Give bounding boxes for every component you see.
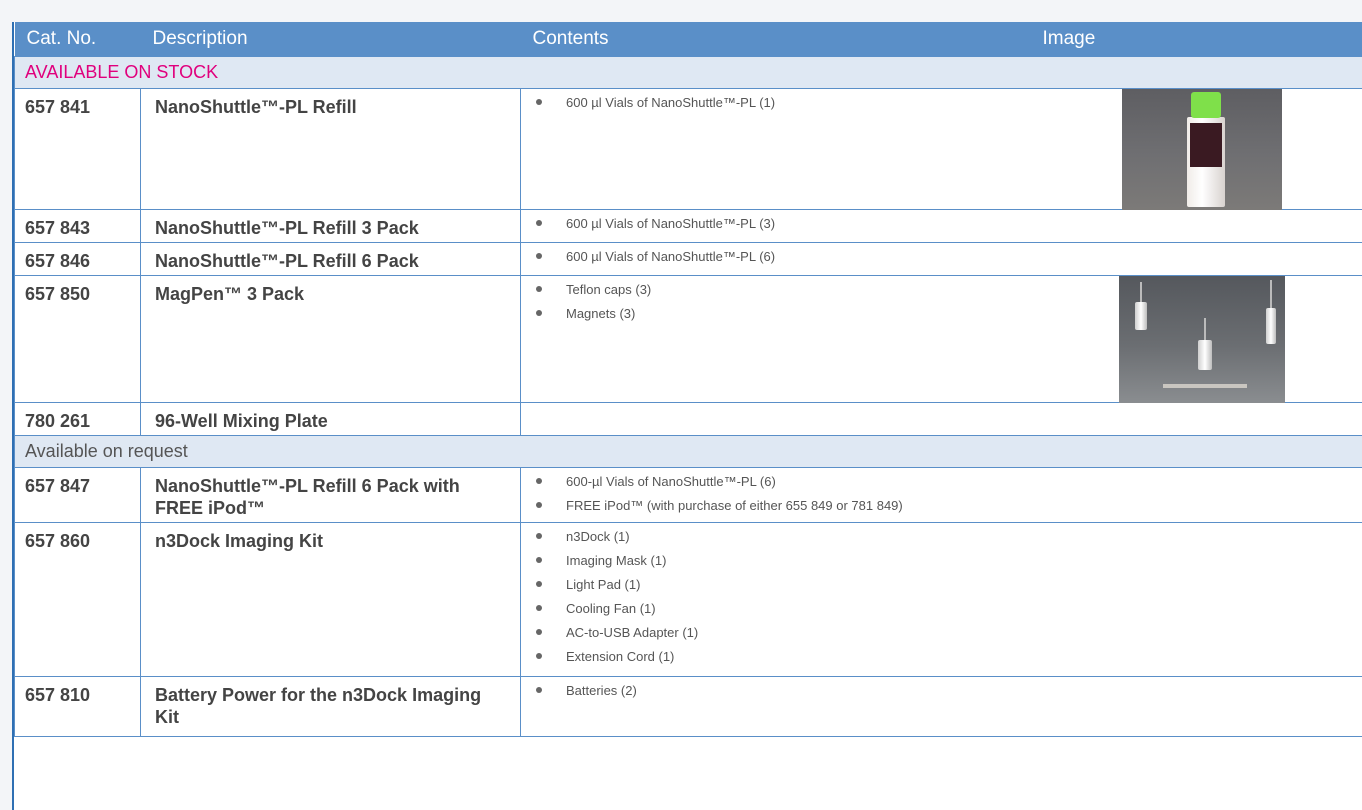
pen-cap-shape [1198, 340, 1212, 370]
contents-cell: 600 µl Vials of NanoShuttle™-PL (3) [520, 209, 1362, 243]
bullet-icon [536, 581, 542, 587]
header-description: Description [140, 22, 521, 57]
header-contents-image: Contents Image [520, 22, 1362, 57]
contents-list: 600 µl Vials of NanoShuttle™-PL (3) [533, 216, 1362, 240]
vial-liquid-shape [1190, 123, 1222, 167]
pen-spike-shape [1204, 318, 1206, 342]
list-item: AC-to-USB Adapter (1) [533, 625, 1362, 649]
list-item: 600 µl Vials of NanoShuttle™-PL (3) [533, 216, 1362, 240]
magpen-image [1119, 276, 1285, 403]
cat-no-cell: 657 860 [14, 522, 141, 677]
vial-image [1122, 89, 1282, 210]
list-item: Extension Cord (1) [533, 649, 1362, 673]
bullet-icon [536, 310, 542, 316]
contents-list: 600-µl Vials of NanoShuttle™-PL (6) FREE… [533, 474, 1362, 522]
contents-cell: Batteries (2) [520, 676, 1362, 737]
bullet-icon [536, 502, 542, 508]
bullet-icon [536, 653, 542, 659]
list-item: Imaging Mask (1) [533, 553, 1362, 577]
item-text: FREE iPod™ (with purchase of either 655 … [566, 498, 903, 513]
bullet-icon [536, 220, 542, 226]
cat-no-cell: 657 843 [14, 209, 141, 243]
section-label-request: Available on request [14, 435, 1362, 468]
header-image: Image [1042, 28, 1096, 49]
table-row: 657 843 NanoShuttle™-PL Refill 3 Pack 60… [14, 209, 1362, 243]
table-row: 657 860 n3Dock Imaging Kit n3Dock (1) Im… [14, 522, 1362, 677]
list-item: FREE iPod™ (with purchase of either 655 … [533, 498, 1362, 522]
description-cell: 96-Well Mixing Plate [140, 402, 521, 436]
magnet-rod-shape [1163, 384, 1247, 388]
vial-cap-shape [1191, 92, 1221, 118]
contents-list: 600 µl Vials of NanoShuttle™-PL (6) [533, 249, 1362, 273]
contents-list: Batteries (2) [533, 683, 1362, 707]
product-table-frame: Cat. No. Description Contents Image AVAIL… [12, 22, 1362, 810]
pen-cap-shape [1266, 308, 1276, 344]
section-row-stock: AVAILABLE ON STOCK [14, 56, 1362, 89]
table-row: 657 810 Battery Power for the n3Dock Ima… [14, 676, 1362, 737]
item-text: 600 µl Vials of NanoShuttle™-PL (3) [566, 216, 776, 231]
table-row: 657 850 MagPen™ 3 Pack Teflon caps (3) M… [14, 275, 1362, 403]
bullet-icon [536, 629, 542, 635]
item-text: Imaging Mask (1) [566, 553, 667, 568]
list-item: 600-µl Vials of NanoShuttle™-PL (6) [533, 474, 1362, 498]
list-item: 600 µl Vials of NanoShuttle™-PL (6) [533, 249, 1362, 273]
contents-cell: 600-µl Vials of NanoShuttle™-PL (6) FREE… [520, 467, 1362, 523]
header-cat-no: Cat. No. [14, 22, 141, 57]
description-cell: Battery Power for the n3Dock Imaging Kit [140, 676, 521, 737]
description-cell: NanoShuttle™-PL Refill 6 Pack with FREE … [140, 467, 521, 523]
description-cell: MagPen™ 3 Pack [140, 275, 521, 403]
contents-list: n3Dock (1) Imaging Mask (1) Light Pad (1… [533, 529, 1362, 673]
cat-no-cell: 780 261 [14, 402, 141, 436]
cat-no-cell: 657 810 [14, 676, 141, 737]
table-row: 657 846 NanoShuttle™-PL Refill 6 Pack 60… [14, 242, 1362, 276]
cat-no-cell: 657 841 [14, 88, 141, 210]
bullet-icon [536, 557, 542, 563]
bullet-icon [536, 99, 542, 105]
item-text: Teflon caps (3) [566, 282, 652, 297]
pen-cap-shape [1135, 302, 1147, 330]
description-cell: NanoShuttle™-PL Refill 3 Pack [140, 209, 521, 243]
item-text: 600 µl Vials of NanoShuttle™-PL (1) [566, 95, 776, 110]
cat-no-cell: 657 850 [14, 275, 141, 403]
item-text: 600 µl Vials of NanoShuttle™-PL (6) [566, 249, 776, 264]
item-text: AC-to-USB Adapter (1) [566, 625, 699, 640]
contents-cell: Teflon caps (3) Magnets (3) [520, 275, 1362, 403]
item-text: Light Pad (1) [566, 577, 641, 592]
description-cell: n3Dock Imaging Kit [140, 522, 521, 677]
contents-cell: 600 µl Vials of NanoShuttle™-PL (1) [520, 88, 1362, 210]
table-row: 657 847 NanoShuttle™-PL Refill 6 Pack wi… [14, 467, 1362, 523]
product-table: Cat. No. Description Contents Image AVAIL… [14, 22, 1362, 737]
pen-spike-shape [1140, 282, 1142, 304]
bullet-icon [536, 687, 542, 693]
bullet-icon [536, 253, 542, 259]
header-contents: Contents [532, 28, 609, 49]
table-row: 780 261 96-Well Mixing Plate [14, 402, 1362, 436]
pen-spike-shape [1270, 280, 1272, 310]
section-label-stock: AVAILABLE ON STOCK [14, 56, 1362, 89]
bullet-icon [536, 478, 542, 484]
table-row: 657 841 NanoShuttle™-PL Refill 600 µl Vi… [14, 88, 1362, 210]
contents-cell: n3Dock (1) Imaging Mask (1) Light Pad (1… [520, 522, 1362, 677]
item-text: Magnets (3) [566, 306, 636, 321]
description-cell: NanoShuttle™-PL Refill [140, 88, 521, 210]
list-item: n3Dock (1) [533, 529, 1362, 553]
item-text: Cooling Fan (1) [566, 601, 656, 616]
bullet-icon [536, 533, 542, 539]
list-item: Cooling Fan (1) [533, 601, 1362, 625]
bullet-icon [536, 286, 542, 292]
item-text: 600-µl Vials of NanoShuttle™-PL (6) [566, 474, 776, 489]
item-text: Extension Cord (1) [566, 649, 675, 664]
cat-no-cell: 657 846 [14, 242, 141, 276]
contents-cell [520, 402, 1362, 436]
table-header-row: Cat. No. Description Contents Image [14, 22, 1362, 57]
list-item: Light Pad (1) [533, 577, 1362, 601]
contents-cell: 600 µl Vials of NanoShuttle™-PL (6) [520, 242, 1362, 276]
section-row-request: Available on request [14, 435, 1362, 468]
bullet-icon [536, 605, 542, 611]
description-cell: NanoShuttle™-PL Refill 6 Pack [140, 242, 521, 276]
item-text: n3Dock (1) [566, 529, 630, 544]
list-item: Batteries (2) [533, 683, 1362, 707]
cat-no-cell: 657 847 [14, 467, 141, 523]
item-text: Batteries (2) [566, 683, 637, 698]
